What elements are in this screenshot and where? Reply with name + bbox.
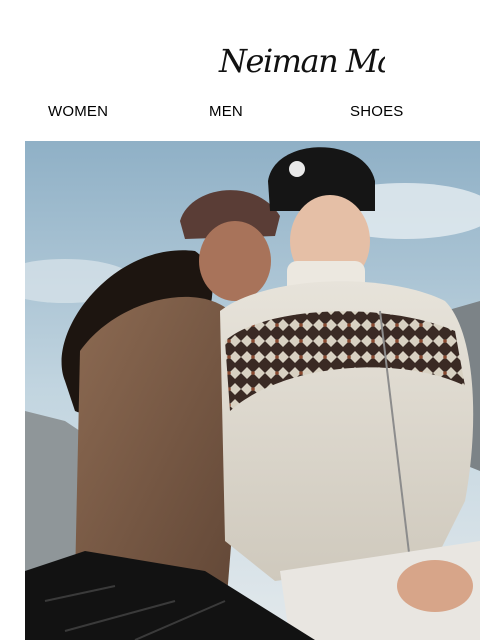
nav-item-shoes[interactable]: SHOES bbox=[350, 100, 404, 124]
neiman-marcus-logo[interactable]: Neiman Marcus bbox=[215, 18, 385, 88]
hero-photo-illustration bbox=[25, 141, 480, 640]
woman-face bbox=[199, 221, 271, 301]
beanie-logo-patch bbox=[289, 161, 305, 177]
brand-header: Neiman Marcus bbox=[0, 18, 480, 88]
nav-item-women[interactable]: WOMEN bbox=[48, 100, 108, 124]
nav-item-men[interactable]: MEN bbox=[209, 100, 243, 124]
logo-wordmark: Neiman Marcus bbox=[218, 42, 385, 80]
man-hand bbox=[397, 560, 473, 612]
hero-image[interactable] bbox=[25, 141, 480, 640]
top-navigation: WOMEN MEN SHOES bbox=[0, 100, 480, 124]
